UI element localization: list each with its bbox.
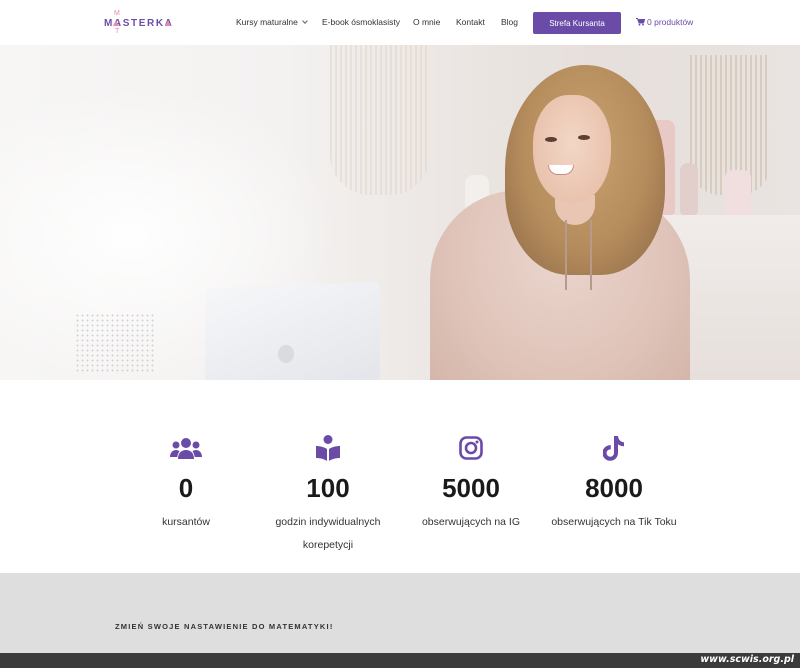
stat-label: kursantów <box>162 516 210 528</box>
stat-item: 100 godzin indywidualnych korepetycji <box>253 435 403 557</box>
nav-item-ebook[interactable]: E-book ósmoklasisty <box>322 17 400 27</box>
cart-link[interactable]: 0 produktów <box>636 17 693 27</box>
stat-value: 5000 <box>442 473 500 503</box>
nav-item-blog[interactable]: Blog <box>501 17 518 27</box>
nav-item-kursy-maturalne[interactable]: Kursy maturalne <box>236 17 308 27</box>
logo-triangle-icon <box>113 20 119 26</box>
face <box>533 95 611 203</box>
logo-bottom-letter: T <box>115 28 120 35</box>
strefa-kursanta-button[interactable]: Strefa Kursanta <box>533 12 621 34</box>
nav-item-label: Kursy maturalne <box>236 17 298 27</box>
logo-top-letter: M <box>114 10 120 17</box>
stat-value: 8000 <box>585 473 643 503</box>
users-icon <box>170 438 202 459</box>
site-logo[interactable]: M MASTERKA T <box>104 10 174 38</box>
section-heading: ZMIEŃ SWOJE NASTAWIENIE DO MATEMATYKI! <box>115 622 334 631</box>
chevron-down-icon <box>302 18 308 24</box>
instagram-icon <box>459 436 483 460</box>
tiktok-icon <box>603 435 624 461</box>
stat-label: godzin indywidualnych korepetycji <box>275 516 381 551</box>
site-header: M MASTERKA T Kursy maturalne E-book ósmo… <box>0 0 800 45</box>
nav-item-o-mnie[interactable]: O mnie <box>413 17 440 27</box>
logo-triangle-icon <box>165 20 171 26</box>
attitude-section: ZMIEŃ SWOJE NASTAWIENIE DO MATEMATYKI! <box>0 573 800 653</box>
stat-label: obserwujących na IG <box>421 516 521 528</box>
cart-label: 0 produktów <box>647 17 694 27</box>
shopping-cart-icon <box>636 18 645 26</box>
apple-logo-icon <box>278 345 294 363</box>
laptop <box>205 281 380 380</box>
nav-item-kontakt[interactable]: Kontakt <box>456 17 485 27</box>
watermark: www.scwis.org.pl <box>700 654 794 665</box>
hero-image <box>0 45 800 380</box>
stat-value: 0 <box>178 473 194 503</box>
stat-value: 100 <box>306 473 350 503</box>
stat-item: 5000 obserwujących na IG <box>396 435 546 534</box>
book-reader-icon <box>316 435 340 461</box>
macrame-decoration <box>330 45 430 195</box>
stats-section: 0 kursantów 100 godzin indywidualnych ko… <box>0 380 800 573</box>
stat-label: obserwujących na Tik Toku <box>551 516 677 528</box>
stat-item: 0 kursantów <box>111 435 261 534</box>
bottom-bar: www.scwis.org.pl <box>0 653 800 668</box>
dot-pattern <box>75 313 155 373</box>
stat-item: 8000 obserwujących na Tik Toku <box>539 435 689 534</box>
